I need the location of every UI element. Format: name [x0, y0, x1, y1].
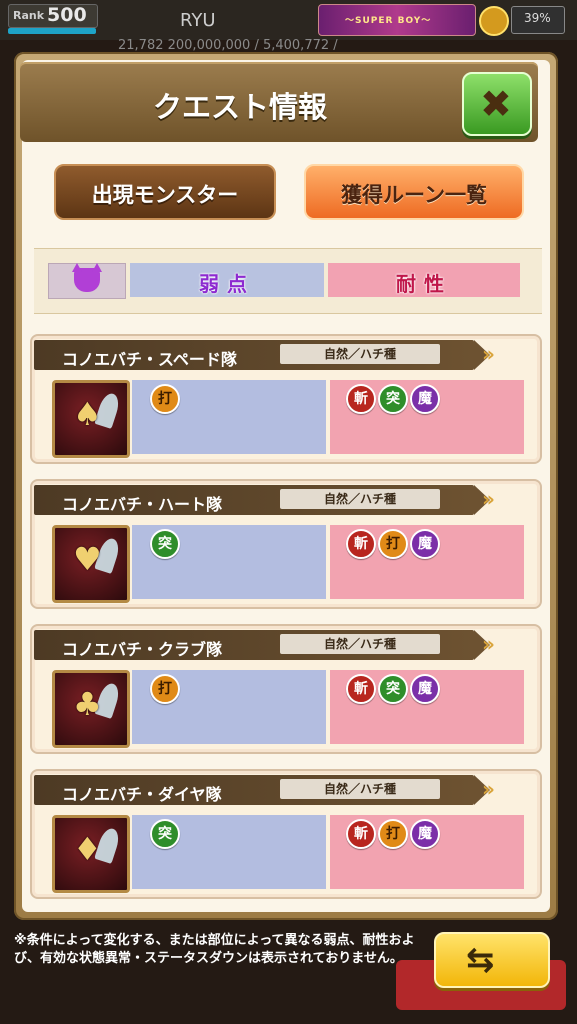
monster-card: コノエバチ・クラブ隊 自然／ハチ種 » ♣ 打 斬 突 魔 [30, 624, 542, 754]
legend-weak: 弱点 [130, 263, 324, 297]
weakness-box: 打 [132, 670, 326, 744]
monster-list[interactable]: コノエバチ・スペード隊 自然／ハチ種 » ♠ 打 斬 突 魔 コノエバチ・ハート… [30, 322, 546, 912]
chevron-right-icon: » [482, 632, 495, 656]
resistance-box: 斬 突 魔 [330, 380, 524, 454]
footnote-text: ※条件によって変化する、または部位によって異なる弱点、耐性および、有効な状態異常… [14, 933, 415, 966]
rank-progress-bar [8, 28, 96, 34]
weak-badge-pierce: 突 [150, 819, 180, 849]
diamond-icon: ♦ [73, 830, 102, 868]
heart-icon: ♥ [73, 540, 102, 578]
club-icon: ♣ [73, 685, 102, 723]
monster-name: コノエバチ・ダイヤ隊 [62, 785, 222, 804]
monster-portrait[interactable]: ♠ [52, 380, 130, 458]
monster-card: コノエバチ・ダイヤ隊 自然／ハチ種 » ♦ 突 斬 打 魔 [30, 769, 542, 899]
resist-badge-slash: 斬 [346, 529, 376, 559]
monster-header: コノエバチ・スペード隊 自然／ハチ種 [34, 340, 490, 370]
spade-icon: ♠ [73, 395, 102, 433]
chevron-right-icon: » [482, 342, 495, 366]
legend-weak-label: 弱点 [199, 272, 255, 296]
banner-text: 〜SUPER BOY〜 [345, 16, 432, 26]
resist-badge-magic: 魔 [410, 674, 440, 704]
monster-name: コノエバチ・ハート隊 [62, 495, 223, 514]
monster-header: コノエバチ・ダイヤ隊 自然／ハチ種 [34, 775, 490, 805]
legend-demon-cell [48, 263, 126, 299]
event-banner[interactable]: 〜SUPER BOY〜 [318, 4, 476, 36]
monster-portrait[interactable]: ♣ [52, 670, 130, 748]
battery-text: 39% [524, 11, 551, 25]
monster-type: 自然／ハチ種 [280, 344, 440, 364]
rank-value: 500 [47, 4, 87, 26]
resist-badge-magic: 魔 [410, 529, 440, 559]
monster-type: 自然／ハチ種 [280, 634, 440, 654]
tab-monsters-label: 出現モンスター [91, 183, 239, 207]
swap-arrows-icon: ⇆ [466, 940, 495, 980]
dialog-title: クエスト情報 [152, 90, 327, 124]
weak-badge-strike: 打 [150, 384, 180, 414]
dialog-title-bar: クエスト情報 [20, 62, 538, 142]
monster-name: コノエバチ・スペード隊 [62, 350, 237, 369]
chevron-right-icon: » [482, 487, 495, 511]
weakness-box: 打 [132, 380, 326, 454]
monster-portrait[interactable]: ♥ [52, 525, 130, 603]
rank-label: Rank [13, 9, 45, 22]
legend-row: 弱点 耐性 [34, 248, 542, 314]
resist-badge-slash: 斬 [346, 819, 376, 849]
monster-card: コノエバチ・ハート隊 自然／ハチ種 » ♥ 突 斬 打 魔 [30, 479, 542, 609]
monster-type: 自然／ハチ種 [280, 779, 440, 799]
resist-badge-slash: 斬 [346, 384, 376, 414]
resistance-box: 斬 突 魔 [330, 670, 524, 744]
monster-header: コノエバチ・クラブ隊 自然／ハチ種 [34, 630, 490, 660]
legend-resist-label: 耐性 [396, 272, 452, 296]
monster-card: コノエバチ・スペード隊 自然／ハチ種 » ♠ 打 斬 突 魔 [30, 334, 542, 464]
chevron-right-icon: » [482, 777, 495, 801]
tab-monsters[interactable]: 出現モンスター [54, 164, 276, 220]
weakness-box: 突 [132, 815, 326, 889]
weak-badge-strike: 打 [150, 674, 180, 704]
battery-indicator: 39% [511, 6, 565, 34]
monster-portrait[interactable]: ♦ [52, 815, 130, 893]
tab-runes-label: 獲得ルーン一覧 [341, 183, 487, 207]
top-status-bar: Rank 500 RYU 〜SUPER BOY〜 39% [0, 0, 577, 40]
resistance-box: 斬 打 魔 [330, 525, 524, 599]
demon-face-icon [72, 263, 102, 292]
legend-resist: 耐性 [328, 263, 520, 297]
resist-badge-pierce: 突 [378, 674, 408, 704]
close-button[interactable]: ✖ [462, 72, 532, 136]
monster-type: 自然／ハチ種 [280, 489, 440, 509]
resist-badge-magic: 魔 [410, 384, 440, 414]
player-name: RYU [180, 10, 216, 31]
monster-name: コノエバチ・クラブ隊 [62, 640, 223, 659]
resist-badge-strike: 打 [378, 819, 408, 849]
tab-runes[interactable]: 獲得ルーン一覧 [304, 164, 524, 220]
resist-badge-pierce: 突 [378, 384, 408, 414]
monster-header: コノエバチ・ハート隊 自然／ハチ種 [34, 485, 490, 515]
swap-button[interactable]: ⇆ [434, 932, 550, 988]
weak-badge-pierce: 突 [150, 529, 180, 559]
resist-badge-slash: 斬 [346, 674, 376, 704]
close-icon: ✖ [480, 82, 512, 126]
rank-box: Rank 500 [8, 4, 98, 28]
resistance-box: 斬 打 魔 [330, 815, 524, 889]
resist-badge-strike: 打 [378, 529, 408, 559]
coin-icon[interactable] [479, 6, 509, 36]
weakness-box: 突 [132, 525, 326, 599]
resist-badge-magic: 魔 [410, 819, 440, 849]
